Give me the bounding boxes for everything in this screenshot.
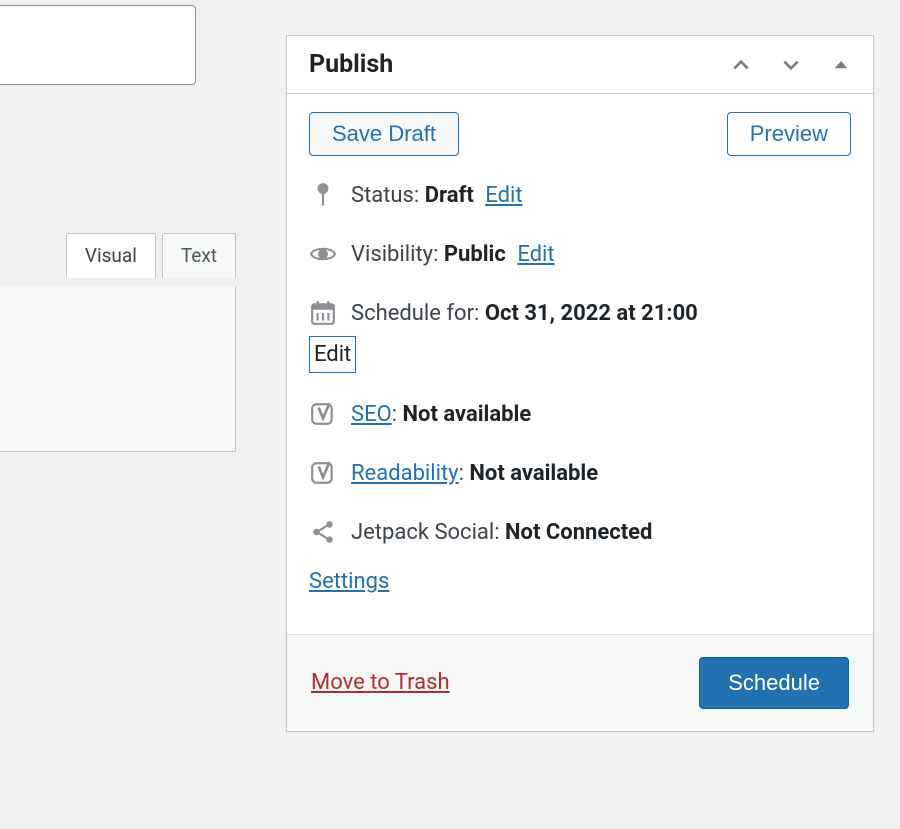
editor-toolbar-area[interactable] <box>0 286 236 452</box>
visibility-label: Visibility: <box>351 242 444 267</box>
jetpack-value: Not Connected <box>505 520 652 545</box>
yoast-icon <box>309 459 337 487</box>
schedule-button[interactable]: Schedule <box>699 657 849 709</box>
readability-sep: : <box>459 461 470 486</box>
readability-value: Not available <box>469 461 598 486</box>
publish-title: Publish <box>309 50 393 79</box>
publish-header: Publish <box>287 36 873 94</box>
status-value: Draft <box>425 183 474 208</box>
editor-tabs: Visual Text <box>0 233 236 278</box>
post-title-input[interactable] <box>0 5 196 85</box>
move-to-trash-link[interactable]: Move to Trash <box>311 670 450 695</box>
readability-link[interactable]: Readability <box>351 461 459 486</box>
seo-value: Not available <box>403 402 532 427</box>
tab-text[interactable]: Text <box>162 233 236 278</box>
seo-link[interactable]: SEO <box>351 402 392 427</box>
status-edit-link[interactable]: Edit <box>485 183 522 208</box>
panel-up-icon[interactable] <box>729 53 753 77</box>
jetpack-settings-link[interactable]: Settings <box>309 564 851 599</box>
visibility-edit-link[interactable]: Edit <box>517 242 554 267</box>
jetpack-label: Jetpack Social: <box>351 520 505 545</box>
schedule-value: Oct 31, 2022 at 21:00 <box>485 301 698 326</box>
status-label: Status: <box>351 183 425 208</box>
preview-button[interactable]: Preview <box>727 112 851 156</box>
save-draft-button[interactable]: Save Draft <box>309 112 459 156</box>
publish-metabox: Publish Save Draft Preview <box>286 35 874 732</box>
yoast-icon <box>309 400 337 428</box>
schedule-edit-link[interactable]: Edit <box>309 336 356 373</box>
calendar-icon <box>309 299 337 327</box>
panel-toggle-icon[interactable] <box>829 53 853 77</box>
eye-icon <box>309 240 337 268</box>
visibility-value: Public <box>444 242 506 267</box>
panel-down-icon[interactable] <box>779 53 803 77</box>
share-icon <box>309 518 337 546</box>
tab-visual[interactable]: Visual <box>66 233 156 278</box>
pin-icon <box>309 181 337 209</box>
schedule-label: Schedule for: <box>351 301 485 326</box>
seo-sep: : <box>392 402 403 427</box>
